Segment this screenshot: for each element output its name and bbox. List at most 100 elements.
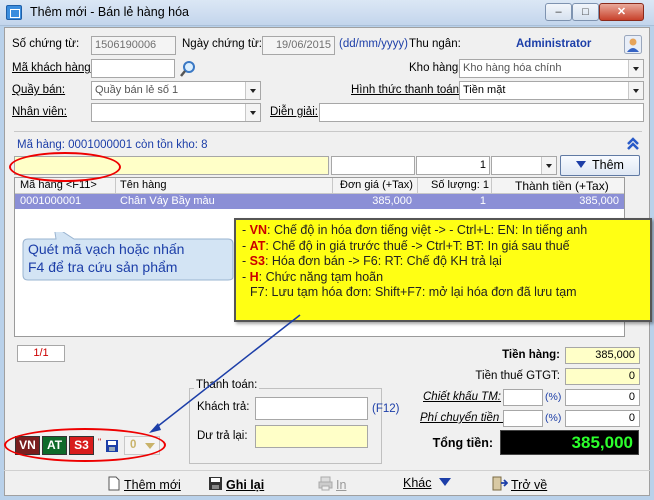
add-item-button[interactable]: Thêm: [560, 155, 640, 176]
tro-ve-label: Trở về: [511, 478, 548, 492]
tong-tien-value: 385,000: [500, 430, 639, 455]
search-icon[interactable]: [178, 59, 198, 78]
cell-so-luong: 1: [479, 195, 486, 207]
chevron-down-icon[interactable]: [245, 82, 260, 99]
dien-giai-input[interactable]: [319, 103, 644, 122]
cell-thanh-tien: 385,000: [579, 195, 619, 207]
minimize-button[interactable]: –: [545, 3, 572, 21]
ma-khach-hang-input[interactable]: [91, 59, 175, 78]
shortcut-callout: - VN: Chế độ in hóa đơn tiếng việt -> - …: [234, 218, 652, 322]
divider: [491, 178, 492, 194]
user-icon[interactable]: [624, 35, 642, 54]
triangle-down-icon: [576, 161, 587, 168]
chevron-down-icon[interactable]: [541, 157, 556, 174]
khach-tra-input[interactable]: [255, 397, 368, 420]
so-chung-tu-field[interactable]: 1506190006: [91, 36, 176, 55]
hinh-thuc-tt-label: Hình thức thanh toán:: [351, 84, 463, 96]
in-button[interactable]: In: [318, 476, 346, 494]
grid-header-ten-hang[interactable]: Tên hàng: [120, 179, 166, 191]
chevron-down-icon[interactable]: [245, 104, 260, 121]
ghi-lai-label: Ghi lại: [226, 478, 265, 492]
stock-info: Mã hàng: 0001000001 còn tồn kho: 8: [17, 139, 208, 151]
kho-hang-select[interactable]: Kho hàng hóa chính: [459, 59, 644, 78]
new-document-icon: [107, 476, 121, 494]
shortcut-text: : Chế độ in giá trước thuế -> Ctrl+T: BT…: [265, 238, 570, 253]
thu-ngan-label: Thu ngân:: [409, 38, 461, 50]
du-tra-lai-field: [255, 425, 368, 448]
date-format-hint: (dd/mm/yyyy): [339, 38, 408, 50]
quay-ban-select[interactable]: Quầy bán lẻ số 1: [91, 81, 261, 100]
table-row[interactable]: 0001000001 Chân Váy Bầy màu 385,000 1 38…: [15, 194, 624, 209]
pager: 1/1: [17, 345, 65, 362]
shortcut-key: H: [249, 269, 259, 284]
so-chung-tu-label: Số chứng từ:: [12, 38, 80, 50]
phi-chuyen-label: Phí chuyển tiền :: [420, 412, 506, 424]
chiet-khau-value-input[interactable]: 0: [565, 389, 640, 406]
maximize-button[interactable]: □: [572, 3, 599, 21]
divider: [4, 470, 650, 471]
phi-chuyen-pct-hint: (%): [545, 412, 562, 424]
highlight-ellipse: [9, 152, 121, 182]
chevron-down-icon[interactable]: [628, 82, 643, 99]
ngay-chung-tu-field[interactable]: 19/06/2015: [262, 36, 335, 55]
tien-hang-label: Tiền hàng:: [502, 349, 560, 361]
f12-hint: (F12): [372, 403, 400, 415]
phi-chuyen-pct-input[interactable]: [503, 410, 543, 427]
thu-ngan-value: Administrator: [516, 38, 592, 50]
shortcut-key: S3: [249, 254, 265, 268]
divider: [417, 178, 418, 194]
shortcut-text: : Hóa đơn bán -> F6: RT: Chế độ KH trả l…: [264, 254, 502, 268]
title-bar: Thêm mới - Bán lẻ hàng hóa – □ ✕: [0, 0, 654, 26]
quantity-input[interactable]: 1: [416, 156, 490, 175]
shortcut-text: F7: Lưu tạm hóa đơn: Shift+F7: mở lại hó…: [250, 285, 577, 299]
khac-button[interactable]: Khác: [403, 476, 451, 490]
divider: [115, 178, 116, 194]
close-button[interactable]: ✕: [599, 3, 644, 21]
cell-ten-hang: Chân Váy Bầy màu: [120, 195, 215, 207]
app-icon: [6, 5, 22, 20]
shortcut-text: : Chức năng tạm hoãn: [258, 269, 384, 284]
shortcut-key: AT: [249, 238, 266, 253]
triangle-down-icon: [438, 478, 451, 486]
ngay-chung-tu-label: Ngày chứng từ:: [182, 38, 262, 50]
window-title: Thêm mới - Bán lẻ hàng hóa: [30, 5, 189, 19]
collapse-up-icon[interactable]: [626, 137, 640, 151]
printer-icon: [318, 476, 333, 494]
tien-hang-value: 385,000: [565, 347, 640, 364]
tien-thue-value: 0: [565, 368, 640, 385]
callout-row-s3: - S3: Hóa đơn bán -> F6: RT: Chế độ KH t…: [242, 254, 502, 268]
barcode-callout: Quét mã vạch hoặc nhấn F4 để tra cứu sản…: [20, 232, 235, 282]
hinh-thuc-tt-select[interactable]: Tiền mặt: [459, 81, 644, 100]
grid-header: Mã hàng <F11> Tên hàng Đơn giá (+Tax) Số…: [15, 178, 624, 194]
callout-row-f7: F7: Lưu tạm hóa đơn: Shift+F7: mở lại hó…: [242, 285, 644, 301]
quay-ban-label: Quầy bán:: [12, 84, 66, 96]
unit-select[interactable]: [491, 156, 557, 175]
du-tra-lai-label: Dư trả lại:: [197, 430, 248, 442]
dien-giai-label: Diễn giải:: [270, 106, 318, 118]
shortcut-key: VN: [249, 223, 268, 237]
highlight-ellipse: [4, 428, 166, 462]
divider: [14, 131, 642, 132]
item-price-input[interactable]: [331, 156, 415, 175]
phi-chuyen-value-input[interactable]: 0: [565, 410, 640, 427]
chiet-khau-pct-input[interactable]: [503, 389, 543, 406]
save-icon: [208, 476, 223, 494]
grid-header-so-luong[interactable]: Số lượng: 1: [431, 179, 489, 191]
nhan-vien-select[interactable]: [91, 103, 261, 122]
chevron-down-icon[interactable]: [628, 60, 643, 77]
grid-header-thanh-tien[interactable]: Thành tiền (+Tax): [515, 179, 609, 193]
tien-thue-label: Tiền thuế GTGT:: [475, 370, 560, 382]
khac-label: Khác: [403, 476, 432, 490]
nhan-vien-label: Nhân viên:: [12, 106, 67, 118]
chiet-khau-label: Chiết khấu TM:: [423, 391, 501, 403]
callout-line-2: F4 để tra cứu sản phẩm: [28, 259, 178, 275]
kho-hang-value: Kho hàng hóa chính: [463, 62, 562, 74]
callout-row-at: - AT: Chế độ in giá trước thuế -> Ctrl+T…: [242, 238, 570, 253]
divider: [332, 178, 333, 194]
grid-header-don-gia[interactable]: Đơn giá (+Tax): [340, 179, 413, 191]
quay-ban-value: Quầy bán lẻ số 1: [95, 84, 179, 96]
them-moi-button[interactable]: Thêm mới: [107, 476, 181, 494]
tro-ve-button[interactable]: Trở về: [492, 476, 547, 494]
ghi-lai-button[interactable]: Ghi lại: [208, 476, 264, 494]
chiet-khau-pct-hint: (%): [545, 391, 562, 403]
